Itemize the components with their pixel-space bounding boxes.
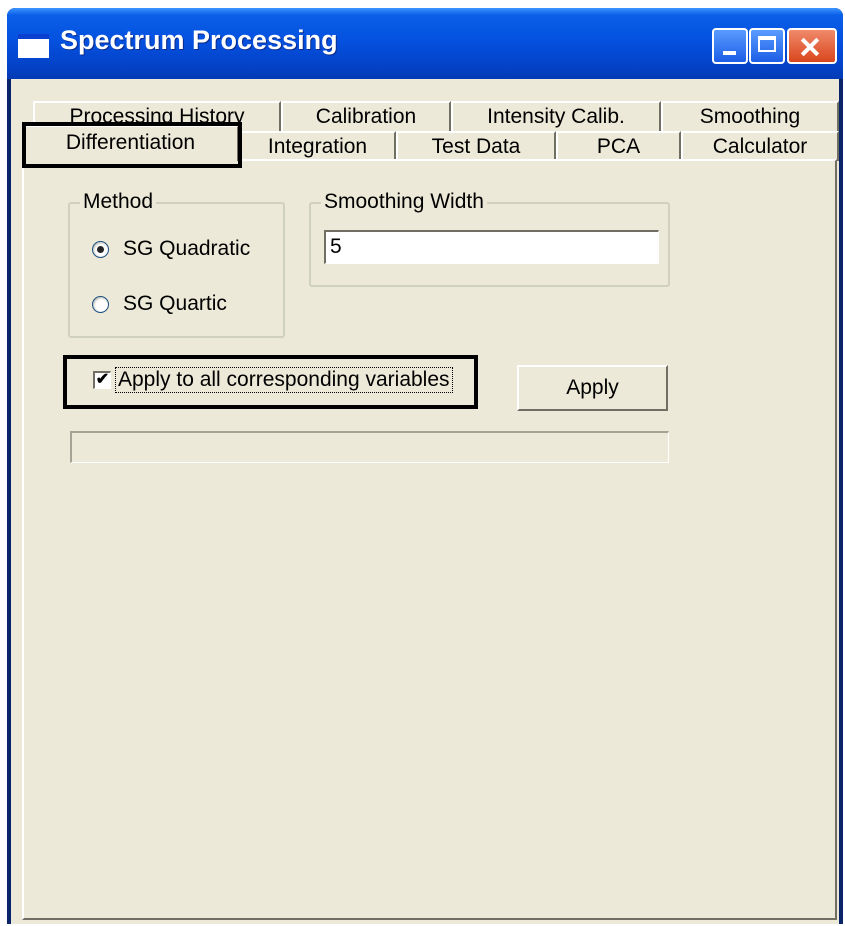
- tab-test-data[interactable]: Test Data: [396, 131, 556, 161]
- minimize-icon[interactable]: [712, 28, 748, 64]
- tab-pca[interactable]: PCA: [556, 131, 681, 161]
- radio-sg-quartic[interactable]: SG Quartic: [92, 292, 227, 316]
- tab-label: Integration: [267, 135, 368, 158]
- radio-sg-quadratic[interactable]: SG Quadratic: [92, 237, 250, 261]
- apply-all-label: Apply to all corresponding variables: [115, 367, 453, 393]
- tab-label: Calculator: [712, 135, 808, 158]
- tab-calculator[interactable]: Calculator: [681, 131, 839, 161]
- method-groupbox: Method SG Quadratic SG Quartic: [68, 190, 285, 338]
- apply-all-checkbox-row[interactable]: ✔ Apply to all corresponding variables: [93, 367, 453, 393]
- tab-label: PCA: [596, 135, 641, 158]
- window-title: Spectrum Processing: [60, 25, 338, 55]
- tab-label: Differentiation: [65, 131, 196, 154]
- smoothing-width-input[interactable]: 5: [324, 230, 659, 264]
- radio-label: SG Quadratic: [123, 237, 251, 260]
- tab-smoothing[interactable]: Smoothing: [661, 101, 839, 131]
- close-icon[interactable]: [787, 28, 837, 64]
- title-bar[interactable]: Spectrum Processing: [7, 8, 843, 79]
- smoothing-width-label: Smoothing Width: [321, 190, 487, 214]
- differentiation-page: Method SG Quadratic SG Quartic Smoothing…: [22, 159, 837, 920]
- window-icon[interactable]: [18, 34, 49, 58]
- tab-differentiation[interactable]: Differentiation: [22, 125, 239, 161]
- tab-integration[interactable]: Integration: [239, 131, 396, 161]
- radio-label: SG Quartic: [123, 292, 227, 315]
- apply-all-checkbox[interactable]: ✔: [93, 371, 111, 389]
- progress-bar: [70, 431, 669, 463]
- tab-calibration[interactable]: Calibration: [281, 101, 451, 131]
- method-label: Method: [80, 190, 157, 214]
- tab-label: Smoothing: [699, 105, 801, 128]
- radio-indicator[interactable]: [92, 295, 109, 313]
- tab-label: Test Data: [431, 135, 521, 158]
- smoothing-width-groupbox: Smoothing Width 5: [309, 190, 670, 287]
- apply-button[interactable]: Apply: [517, 365, 668, 411]
- maximize-icon[interactable]: [749, 28, 785, 64]
- tab-intensity-calib[interactable]: Intensity Calib.: [451, 101, 661, 131]
- spectrum-processing-window: Spectrum Processing Processing History C…: [7, 8, 843, 924]
- dialog-client-area: Processing History Calibration Intensity…: [11, 79, 839, 924]
- tab-label: Calibration: [315, 105, 417, 128]
- radio-indicator[interactable]: [92, 240, 109, 258]
- tab-label: Intensity Calib.: [487, 105, 625, 128]
